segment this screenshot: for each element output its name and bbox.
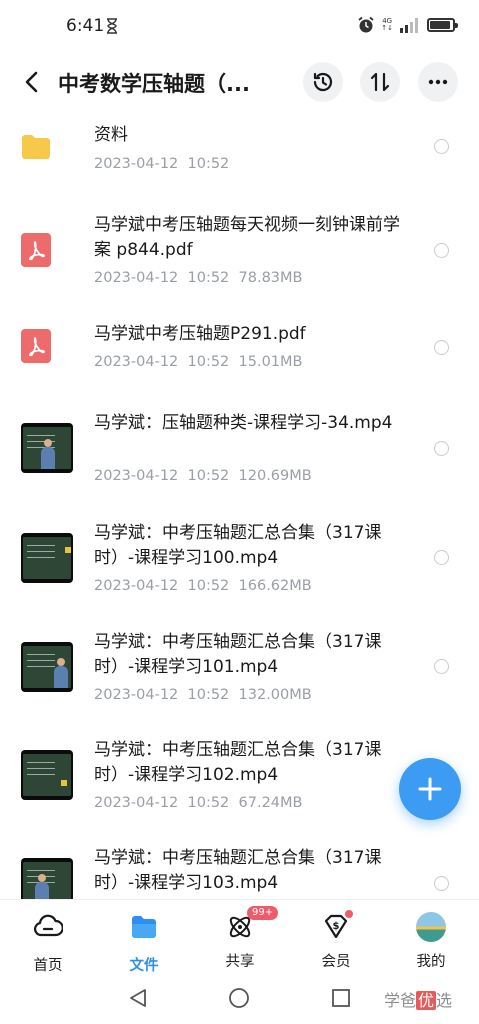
back-triangle-icon[interactable]	[127, 987, 149, 1009]
status-bar: 6:41 4G ↑↓	[0, 0, 479, 52]
file-meta: 2023-04-12 10:52 15.01MB	[94, 354, 303, 370]
file-name: 马学斌：压轴题种类-课程学习-34.mp4	[94, 413, 393, 433]
nav-vip[interactable]: $ 会员	[296, 910, 376, 971]
select-radio[interactable]	[434, 139, 449, 154]
file-meta: 2023-04-12 10:52 120.69MB	[94, 468, 312, 484]
select-radio[interactable]	[434, 441, 449, 456]
add-button[interactable]	[399, 758, 461, 820]
folder-icon	[132, 916, 156, 938]
vip-icon-wrap: $	[321, 910, 353, 942]
nav-label: 会员	[321, 954, 351, 970]
home-circle-icon[interactable]	[228, 987, 250, 1009]
share-badge: 99+	[247, 906, 279, 920]
select-radio[interactable]	[434, 243, 449, 258]
notification-dot	[345, 910, 353, 918]
alarm-icon	[358, 16, 374, 33]
list-item[interactable]: 资料 2023-04-12 10:52	[0, 108, 479, 200]
file-meta: 2023-04-12 10:52 132.00MB	[94, 687, 312, 703]
more-button[interactable]	[418, 62, 458, 102]
file-name: 资料	[94, 125, 128, 145]
file-name: 马学斌：中考压轴题汇总合集（317课时）-课程学习101.mp4	[94, 632, 382, 677]
file-name: 马学斌：中考压轴题汇总合集（317课时）-课程学习103.mp4	[94, 848, 382, 893]
history-icon	[313, 72, 333, 92]
nav-mine[interactable]: 我的	[391, 912, 471, 971]
select-radio[interactable]	[434, 876, 449, 891]
share-icon-wrap: 99+	[225, 906, 279, 942]
nav-label: 共享	[225, 954, 255, 970]
nav-share[interactable]: 99+ 共享	[200, 906, 280, 971]
file-name: 马学斌：中考压轴题汇总合集（317课时）-课程学习102.mp4	[94, 740, 382, 785]
list-item[interactable]: 马学斌中考压轴题每天视频一刻钟课前学案 p844.pdf 2023-04-12 …	[0, 200, 479, 310]
nav-files[interactable]: 文件	[104, 912, 184, 975]
file-meta: 2023-04-12 10:52 78.83MB	[94, 270, 303, 286]
system-nav-bar: 学爸优选	[0, 979, 479, 1024]
file-name: 马学斌中考压轴题P291.pdf	[94, 324, 306, 344]
header: 中考数学压轴题（...	[0, 56, 479, 108]
pdf-icon	[21, 329, 51, 363]
file-name: 马学斌中考压轴题每天视频一刻钟课前学案 p844.pdf	[94, 215, 400, 260]
video-thumbnail	[21, 423, 73, 473]
nav-home[interactable]: 首页	[8, 912, 88, 975]
list-item[interactable]: 马学斌：中考压轴题汇总合集（317课时）-课程学习101.mp4 2023-04…	[0, 622, 479, 732]
history-button[interactable]	[303, 62, 343, 102]
sort-button[interactable]	[360, 62, 400, 102]
video-thumbnail	[21, 642, 73, 692]
file-name: 马学斌：中考压轴题汇总合集（317课时）-课程学习100.mp4	[94, 523, 382, 568]
list-item[interactable]: 马学斌中考压轴题P291.pdf 2023-04-12 10:52 15.01M…	[0, 310, 479, 404]
plus-icon	[418, 777, 442, 801]
list-item[interactable]: 马学斌：中考压轴题汇总合集（317课时）-课程学习103.mp4	[0, 842, 479, 899]
video-thumbnail	[21, 533, 73, 583]
select-radio[interactable]	[434, 550, 449, 565]
sort-icon	[370, 72, 390, 92]
file-meta: 2023-04-12 10:52 67.24MB	[94, 795, 303, 811]
status-time: 6:41	[66, 16, 105, 36]
back-button[interactable]	[18, 68, 46, 96]
pdf-icon	[21, 233, 51, 267]
video-thumbnail	[21, 858, 73, 899]
list-item[interactable]: 马学斌：中考压轴题汇总合集（317课时）-课程学习100.mp4 2023-04…	[0, 512, 479, 622]
nav-label: 我的	[416, 954, 446, 970]
video-thumbnail	[21, 750, 73, 800]
select-radio[interactable]	[434, 340, 449, 355]
hourglass-icon	[107, 18, 117, 34]
file-meta: 2023-04-12 10:52 166.62MB	[94, 578, 312, 594]
cloud-icon	[34, 914, 64, 937]
more-icon	[428, 79, 448, 85]
file-meta: 2023-04-12 10:52	[94, 156, 230, 172]
battery-icon	[427, 18, 458, 32]
bottom-nav: 首页 文件 99+ 共享 $ 会员 我的	[0, 899, 479, 979]
folder-icon	[22, 135, 50, 159]
list-item[interactable]: 马学斌：压轴题种类-课程学习-34.mp4 2023-04-12 10:52 1…	[0, 404, 479, 512]
nav-label: 文件	[129, 958, 159, 974]
svg-text:$: $	[333, 921, 340, 932]
signal-icon	[400, 18, 418, 33]
nav-label: 首页	[33, 958, 63, 974]
network-indicator: 4G ↑↓	[381, 17, 393, 32]
avatar	[416, 912, 446, 942]
page-title: 中考数学压轴题（...	[58, 72, 250, 96]
select-radio[interactable]	[434, 659, 449, 674]
watermark: 学爸优选	[384, 991, 453, 1010]
recents-square-icon[interactable]	[330, 987, 352, 1009]
